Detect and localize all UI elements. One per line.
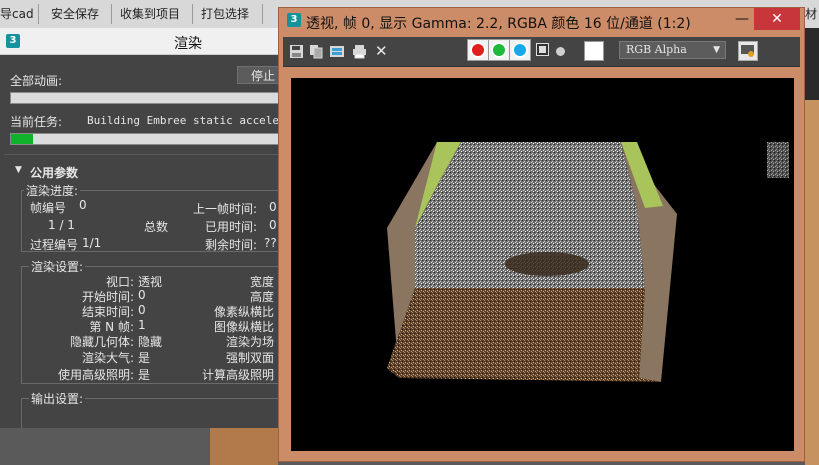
toolbar-divider xyxy=(111,4,112,24)
green-channel-toggle[interactable] xyxy=(488,39,510,61)
total-label: 总数 xyxy=(144,220,169,234)
output-settings-group-title: 输出设置: xyxy=(29,390,86,407)
render-progress-group-title: 渲染进度: xyxy=(24,182,81,199)
rendered-scene-image xyxy=(387,142,789,382)
settings-key-right: 计算高级照明 xyxy=(201,368,274,382)
settings-value: 0 xyxy=(138,303,146,317)
display-channel-select[interactable]: RGB Alpha ▼ xyxy=(619,41,726,59)
toolbar-divider xyxy=(38,4,39,24)
elapsed-time-label: 已用时间: xyxy=(205,220,258,234)
last-frame-time-value: 0 xyxy=(269,200,277,214)
clone-window-icon[interactable] xyxy=(309,44,324,59)
settings-value: 是 xyxy=(138,351,151,365)
task-progress-fill xyxy=(11,134,33,144)
green-channel-icon xyxy=(491,42,507,58)
blue-channel-icon xyxy=(512,42,528,58)
current-task-value: Building Embree static accelerator... xyxy=(87,114,279,127)
chevron-down-icon: ▼ xyxy=(713,45,720,55)
viewport-wood-surface xyxy=(805,100,819,465)
settings-value: 是 xyxy=(138,368,151,382)
toolbar-item-collect-to-project[interactable]: 收集到项目 xyxy=(120,5,180,23)
red-channel-toggle[interactable] xyxy=(467,39,489,61)
all-animation-progress-bar xyxy=(10,92,278,104)
clear-icon[interactable]: ✕ xyxy=(375,44,390,59)
settings-key: 隐藏几何体: xyxy=(69,335,134,349)
viewport-wood-surface xyxy=(210,428,278,465)
print-icon[interactable] xyxy=(352,44,367,59)
task-progress-bar xyxy=(10,133,278,145)
display-toggle-icon[interactable] xyxy=(738,41,758,61)
pass-number-label: 过程编号 xyxy=(30,238,79,252)
save-image-icon[interactable] xyxy=(289,44,304,59)
scene-floor xyxy=(387,288,661,382)
alpha-channel-toggle[interactable] xyxy=(536,43,549,56)
toolbar-divider xyxy=(262,4,263,24)
settings-key: 使用高级照明: xyxy=(57,368,134,382)
frames-count-value: 1 / 1 xyxy=(48,218,75,232)
settings-value: 1 xyxy=(138,318,146,332)
rendered-image-canvas xyxy=(291,78,794,451)
toolbar-item-pack-selection[interactable]: 打包选择 xyxy=(201,5,249,23)
blue-channel-toggle[interactable] xyxy=(509,39,531,61)
remaining-time-label: 剩余时间: xyxy=(205,238,258,252)
3dsmax-app-icon: 3 xyxy=(287,13,301,27)
settings-value: 0 xyxy=(138,288,146,302)
render-settings-group-title: 渲染设置: xyxy=(29,258,86,275)
all-animation-label: 全部动画: xyxy=(10,74,63,88)
scene-table xyxy=(505,252,589,276)
render-window-title: 渲染 xyxy=(174,36,202,52)
red-channel-icon xyxy=(470,42,486,58)
stop-button[interactable]: 停止 xyxy=(237,66,278,84)
elapsed-time-value: 0 xyxy=(269,218,277,232)
pass-number-value: 1/1 xyxy=(82,236,102,250)
scene-chair-fragment xyxy=(767,142,789,178)
common-parameters-rollout-title[interactable]: 公用参数 xyxy=(30,164,78,181)
frame-window-title: 透视, 帧 0, 显示 Gamma: 2.2, RGBA 颜色 16 位/通道 … xyxy=(306,16,691,32)
toolbar-item-material[interactable]: 材 xyxy=(805,5,817,22)
settings-value: 隐藏 xyxy=(138,335,163,349)
display-channel-value: RGB Alpha xyxy=(626,43,687,56)
settings-key-right: 强制双面 xyxy=(225,351,274,365)
toolbar-item-export-cad[interactable]: 导cad xyxy=(0,5,34,23)
3dsmax-app-icon: 3 xyxy=(6,34,20,48)
toolbar-item-safe-save[interactable]: 安全保存 xyxy=(51,5,99,23)
frame-number-label: 帧编号 xyxy=(30,201,67,215)
monochrome-toggle[interactable] xyxy=(556,47,565,56)
close-button[interactable]: ✕ xyxy=(754,8,800,30)
frame-window-titlebar: 3 透视, 帧 0, 显示 Gamma: 2.2, RGBA 颜色 16 位/通… xyxy=(279,8,804,34)
toolbar-divider xyxy=(192,4,193,24)
current-task-label: 当前任务: xyxy=(10,115,63,129)
frame-window-toolbar: ✕ RGB Alpha ▼ xyxy=(283,37,800,67)
divider xyxy=(4,154,278,155)
copy-image-icon[interactable] xyxy=(329,44,344,59)
remaining-time-value: ?? xyxy=(264,236,277,250)
minimize-button[interactable]: — xyxy=(729,8,755,30)
render-progress-window: 3 渲染 全部动画: 停止 当前任务: Building Embree stat… xyxy=(0,28,279,428)
swatch-color-icon[interactable] xyxy=(584,41,604,61)
last-frame-time-label: 上一帧时间: xyxy=(193,202,258,216)
render-window-titlebar: 3 渲染 xyxy=(0,28,278,55)
rendered-frame-window: 3 透视, 帧 0, 显示 Gamma: 2.2, RGBA 颜色 16 位/通… xyxy=(278,7,805,462)
frame-number-value: 0 xyxy=(79,198,87,212)
settings-key-right: 渲染为场 xyxy=(225,335,274,349)
settings-key: 渲染大气: xyxy=(81,351,134,365)
rollout-collapse-icon[interactable]: ▼ xyxy=(15,165,22,175)
alpha-channel-icon xyxy=(539,46,546,53)
